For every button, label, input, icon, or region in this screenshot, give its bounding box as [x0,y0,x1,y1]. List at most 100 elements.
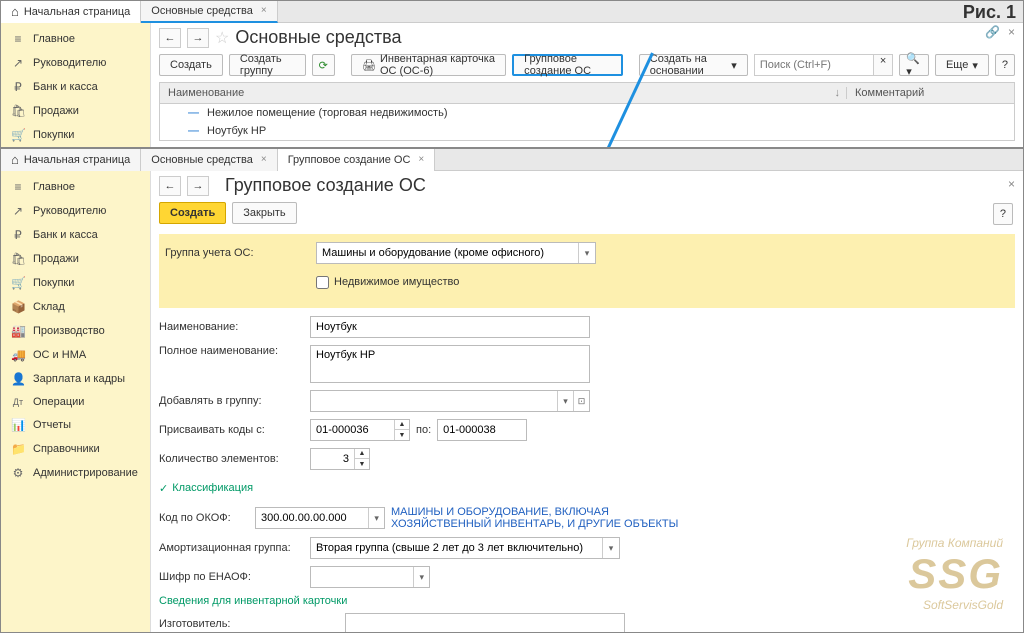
close-icon[interactable]: × [1008,177,1015,191]
page-title: Групповое создание ОС [225,175,426,196]
clear-search-button[interactable]: × [874,54,893,76]
table-row[interactable]: Ноутбук HP [160,122,1014,140]
name-input[interactable] [311,317,589,337]
help-button[interactable]: ? [995,54,1015,76]
sidebar-item-sales[interactable]: 🛍Продажи [1,99,150,123]
chevron-down-icon[interactable]: ▾ [413,567,429,587]
create-group-button[interactable]: Создать группу [229,54,306,76]
create-button[interactable]: Создать [159,202,226,224]
group-label: Группа учета ОС: [165,247,310,259]
toolbar-top: Создать Создать группу ⟳ 🖨Инвентарная ка… [159,54,1015,76]
sidebar-item-manager[interactable]: ↗Руководителю [1,51,150,75]
sidebar-top: ≡Главное ↗Руководителю ₽Банк и касса 🛍Пр… [1,23,151,147]
search-button[interactable]: 🔍 ▾ [899,54,929,76]
maker-input[interactable] [346,614,624,632]
nav-back-button[interactable]: ← [159,176,181,196]
chevron-down-icon: ▾ [731,59,737,72]
realestate-checkbox[interactable]: Недвижимое имущество [316,276,459,289]
close-icon[interactable]: × [261,154,267,165]
sidebar-item-production[interactable]: 🏭Производство [1,319,150,343]
nav-forward-button[interactable]: → [187,28,209,48]
group-select[interactable] [317,243,578,263]
tab-bar-bottom: Начальная страница Основные средства× Гр… [1,149,1023,171]
help-button[interactable]: ? [993,203,1013,225]
refresh-icon: ⟳ [319,59,328,72]
bag-icon: 🛍 [11,104,25,118]
nav-back-button[interactable]: ← [159,28,181,48]
amort-select[interactable] [311,538,602,558]
nav-forward-button[interactable]: → [187,176,209,196]
tab-home[interactable]: Начальная страница [1,149,141,171]
tab-home[interactable]: Начальная страница [1,1,141,23]
sidebar-item-bank[interactable]: ₽Банк и касса [1,75,150,99]
sidebar-item-purchases[interactable]: 🛒Покупки [1,123,150,147]
sidebar-item-hr[interactable]: 👤Зарплата и кадры [1,367,150,391]
sidebar-item-reports[interactable]: 📊Отчеты [1,413,150,437]
form: Группа учета ОС: ▾ Недвижимое имущество … [159,230,1015,632]
fullname-input[interactable]: Ноутбук HP [310,345,590,383]
gear-icon: ⚙ [11,466,25,480]
tab-group-create[interactable]: Групповое создание ОС× [278,149,436,171]
tab-fixed-assets[interactable]: Основные средства× [141,1,277,23]
chevron-down-icon[interactable]: ▾ [368,508,384,528]
sidebar-bottom: ≡Главное ↗Руководителю ₽Банк и касса 🛍Пр… [1,171,151,632]
window-fixed-assets: Начальная страница Основные средства× Ри… [0,0,1024,148]
spinner[interactable]: ▲▼ [394,420,409,440]
group-create-button[interactable]: Групповое создание ОС [512,54,622,76]
code-to-input[interactable] [438,420,526,440]
table-row[interactable]: Нежилое помещение (торговая недвижимость… [160,104,1014,122]
chart-icon: ↗ [11,204,25,218]
sidebar-item-warehouse[interactable]: 📦Склад [1,295,150,319]
count-input[interactable] [311,449,354,469]
name-label: Наименование: [159,321,304,333]
sidebar-item-operations[interactable]: ДтОперации [1,391,150,413]
close-icon[interactable]: × [418,154,424,165]
more-button[interactable]: Еще ▾ [935,54,989,76]
factory-icon: 🏭 [11,324,25,338]
sidebar-item-purchases[interactable]: 🛒Покупки [1,271,150,295]
page-title: Основные средства [235,27,401,48]
sidebar-item-main[interactable]: ≡Главное [1,27,150,51]
sidebar-item-catalogs[interactable]: 📁Справочники [1,437,150,461]
okof-input[interactable] [256,508,368,528]
addgroup-label: Добавлять в группу: [159,395,304,407]
addgroup-input[interactable] [311,391,557,411]
sort-icon[interactable]: ↓ [835,87,841,99]
create-based-button[interactable]: Создать на основании▾ [639,54,748,76]
cart-icon: 🛒 [11,128,25,142]
chevron-down-icon[interactable]: ▾ [578,243,595,263]
grid-col-name[interactable]: Наименование [168,87,835,99]
sidebar-item-main[interactable]: ≡Главное [1,175,150,199]
classification-link[interactable]: Классификация [159,482,253,495]
count-label: Количество элементов: [159,453,304,465]
grid-col-comment[interactable]: Комментарий [846,87,1006,99]
open-icon[interactable]: ⊡ [573,391,589,411]
sidebar-item-admin[interactable]: ⚙Администрирование [1,461,150,485]
fullname-label: Полное наименование: [159,345,304,357]
star-icon[interactable]: ☆ [215,28,229,48]
sidebar-item-manager[interactable]: ↗Руководителю [1,199,150,223]
search-input[interactable] [754,54,874,76]
spinner[interactable]: ▲▼ [354,449,369,469]
create-button[interactable]: Создать [159,54,223,76]
sidebar-item-bank[interactable]: ₽Банк и касса [1,223,150,247]
close-icon[interactable]: × [261,5,267,16]
okof-desc-link[interactable]: МАШИНЫ И ОБОРУДОВАНИЕ, ВКЛЮЧАЯ ХОЗЯЙСТВЕ… [391,506,711,530]
refresh-button[interactable]: ⟳ [312,54,335,76]
tab-bar-top: Начальная страница Основные средства× Ри… [1,1,1023,23]
box-icon: 📦 [11,300,25,314]
inventory-section-label: Сведения для инвентарной карточки [159,595,1015,607]
close-button[interactable]: Закрыть [232,202,296,224]
close-icon[interactable]: × [1008,25,1015,39]
attach-icon[interactable]: 🔗 [985,25,1000,39]
chevron-down-icon[interactable]: ▾ [602,538,619,558]
sidebar-item-sales[interactable]: 🛍Продажи [1,247,150,271]
menu-icon: ≡ [11,180,25,194]
enaof-input[interactable] [311,567,413,587]
menu-icon: ≡ [11,32,25,46]
inventory-card-button[interactable]: 🖨Инвентарная карточка ОС (ОС-6) [351,54,506,76]
code-from-input[interactable] [311,420,394,440]
sidebar-item-assets[interactable]: 🚚ОС и НМА [1,343,150,367]
chevron-down-icon[interactable]: ▾ [557,391,573,411]
tab-fixed-assets[interactable]: Основные средства× [141,149,277,171]
